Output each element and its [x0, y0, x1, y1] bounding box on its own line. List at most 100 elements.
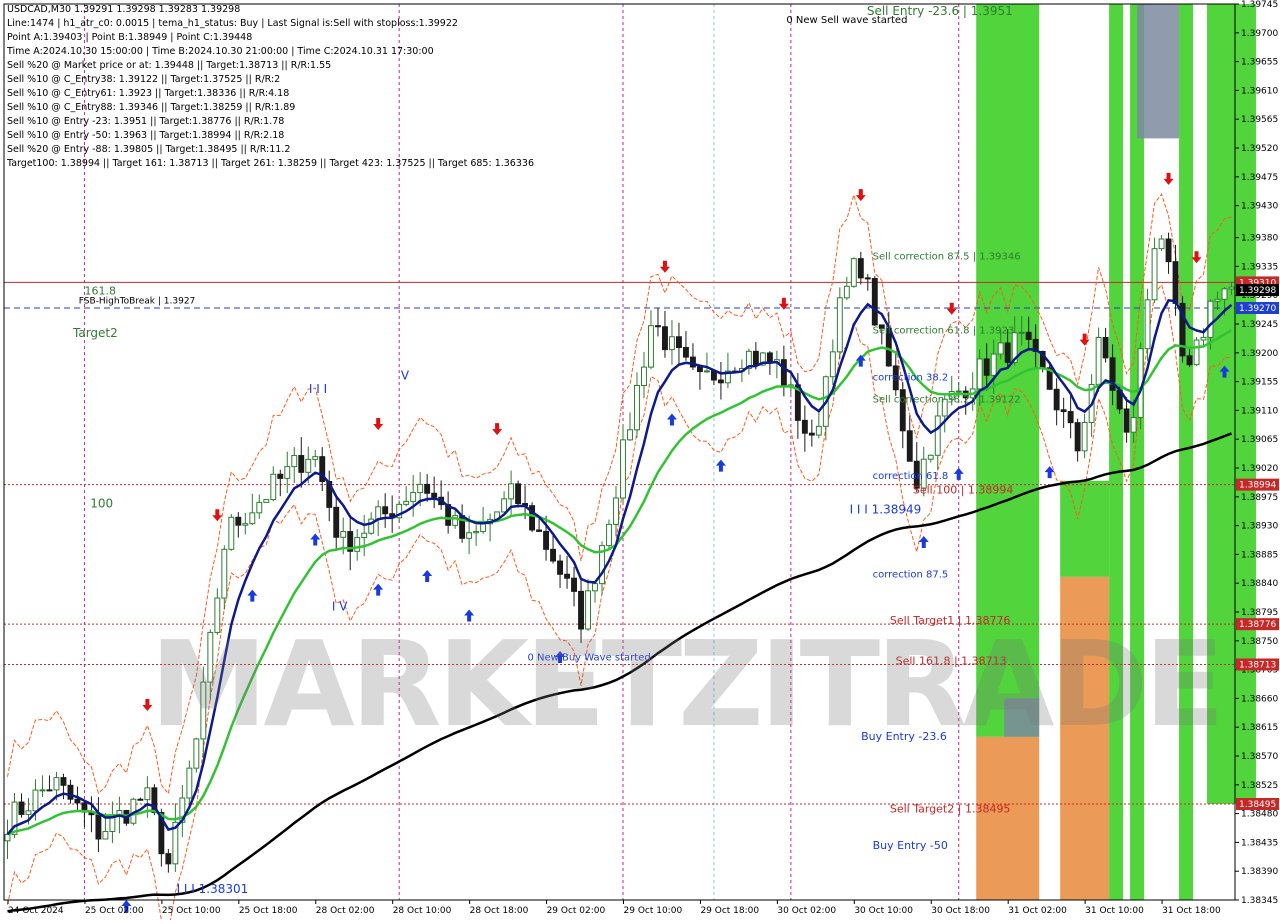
- x-tick-label: 31 Oct 02:00: [1008, 906, 1067, 916]
- candle: [445, 491, 452, 534]
- candle-body: [284, 466, 291, 479]
- candle-body: [333, 506, 340, 538]
- y-tick-label: 1.38390: [1241, 867, 1278, 877]
- candle-body: [1200, 336, 1207, 341]
- info-line: Target100: 1.38994 || Target 161: 1.3871…: [7, 158, 534, 169]
- candle-body: [976, 358, 983, 390]
- candle: [403, 486, 410, 507]
- candle: [836, 287, 843, 360]
- candle-body: [627, 429, 633, 441]
- candle-body: [676, 336, 682, 349]
- candle: [927, 454, 934, 463]
- candle: [696, 364, 703, 390]
- candle-body: [74, 798, 81, 804]
- candle-body: [1144, 299, 1151, 350]
- chart-annotation: I I I 1.38949: [850, 502, 922, 516]
- y-tick-label: 1.38435: [1241, 838, 1278, 848]
- candle: [165, 848, 172, 873]
- info-line: Sell %20 @ Market price or at: 1.39448 |…: [7, 60, 332, 71]
- candle: [606, 519, 612, 550]
- candle-body: [557, 560, 563, 575]
- candle: [829, 339, 836, 386]
- chart-annotation: Sell Target2 | 1.38495: [890, 802, 1011, 815]
- candle: [18, 793, 25, 818]
- candle: [410, 475, 417, 517]
- candle-body: [1123, 408, 1130, 433]
- info-line: Sell %10 @ C_Entry88: 1.39346 || Target:…: [7, 102, 296, 113]
- sell-arrow-icon: [855, 189, 866, 202]
- price-tag-label: 1.38495: [1239, 800, 1276, 810]
- candle: [186, 760, 193, 806]
- candle-body: [242, 523, 249, 526]
- candle: [1053, 378, 1060, 426]
- y-tick-label: 1.39565: [1241, 115, 1278, 125]
- price-tag-label: 1.39298: [1239, 286, 1276, 296]
- y-tick-label: 1.38615: [1241, 723, 1278, 733]
- candle: [745, 348, 752, 375]
- candle-body: [536, 529, 543, 532]
- candle: [550, 534, 557, 564]
- candle-body: [857, 258, 864, 279]
- candle-body: [249, 512, 256, 525]
- buy-arrow-icon: [373, 583, 384, 596]
- moving-averages: [6, 299, 1233, 913]
- chart-annotation: Target2: [72, 326, 118, 340]
- candle-body: [32, 789, 39, 812]
- candle: [899, 382, 906, 449]
- time-axis: 24 Oct 2024 25 Oct 02:00 25 Oct 10:00 25 Oc…: [7, 900, 1221, 916]
- chart-annotation: I V: [332, 600, 348, 614]
- ema-mid-line: [7, 329, 1233, 836]
- candle-body: [829, 351, 836, 378]
- info-line: Point A:1.39403 | Point B:1.38949 | Poin…: [7, 32, 253, 43]
- y-tick-label: 1.39475: [1241, 173, 1278, 183]
- candle-body: [417, 483, 424, 494]
- info-line: Sell %10 @ Entry -50: 1.3963 || Target:1…: [7, 130, 285, 141]
- x-tick-label: 30 Oct 18:00: [931, 906, 990, 916]
- candle: [662, 310, 668, 358]
- candle-body: [431, 492, 438, 498]
- chart-area: Sell Entry -23.6 | 1.3951 0 New Sell wave…: [0, 0, 1280, 924]
- chart-annotation: Sell correction 87.5 | 1.39346: [873, 251, 1021, 262]
- candle: [284, 451, 291, 494]
- candle: [249, 493, 256, 526]
- candle-body: [780, 359, 787, 388]
- candle: [424, 474, 431, 502]
- candle-body: [808, 432, 815, 436]
- candle-body: [305, 458, 312, 473]
- candle: [1102, 327, 1109, 363]
- candle: [1179, 295, 1186, 363]
- candle-body: [843, 285, 850, 299]
- candle-body: [473, 531, 480, 534]
- y-tick-label: 1.38660: [1241, 694, 1278, 704]
- watermark: MARKETZITRADE: [150, 615, 1225, 753]
- chart-annotation: I I I: [309, 382, 327, 396]
- y-tick-label: 1.39700: [1241, 29, 1278, 39]
- candle: [1193, 337, 1200, 366]
- candle: [480, 506, 487, 534]
- info-line: Time A:2024.10.30 15:00:00 | Time B:2024…: [7, 46, 434, 57]
- y-tick-label: 1.38570: [1241, 752, 1278, 762]
- candle-body: [410, 492, 417, 502]
- candle-body: [703, 370, 710, 373]
- candle-body: [634, 384, 640, 431]
- x-tick-label: 29 Oct 10:00: [624, 906, 683, 916]
- candle: [906, 415, 913, 462]
- candle: [256, 494, 263, 519]
- candle: [592, 582, 598, 603]
- price-tag-label: 1.38713: [1239, 660, 1276, 670]
- candle-body: [815, 425, 822, 436]
- candle-body: [18, 801, 25, 815]
- candle: [109, 801, 116, 844]
- candle-body: [424, 483, 431, 494]
- candle-body: [67, 784, 74, 800]
- x-tick-label: 31 Oct 18:00: [1162, 906, 1221, 916]
- candle-body: [592, 583, 598, 592]
- y-tick-label: 1.39200: [1241, 349, 1278, 359]
- x-tick-label: 30 Oct 02:00: [777, 906, 836, 916]
- candle-body: [850, 258, 857, 287]
- candle-body: [95, 814, 102, 840]
- candle-body: [752, 350, 759, 366]
- chart-annotation: correction 38.2: [873, 372, 949, 383]
- candle: [298, 437, 305, 488]
- candle-body: [4, 833, 11, 842]
